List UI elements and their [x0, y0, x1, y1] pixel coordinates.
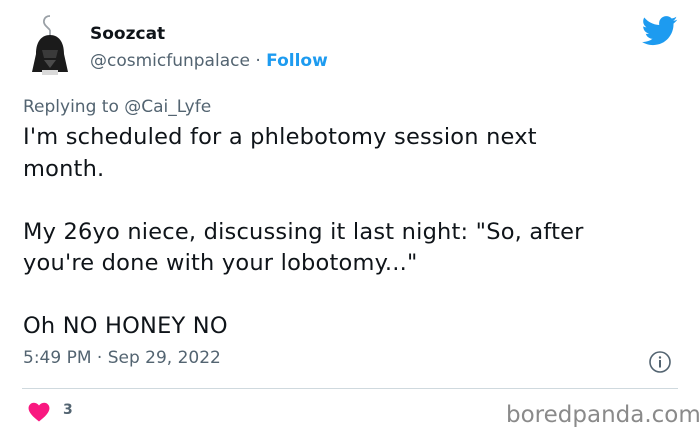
follow-button[interactable]: Follow: [266, 51, 328, 71]
author-display-name[interactable]: Soozcat: [90, 24, 165, 44]
tweet-line: you're done with your lobotomy...": [23, 250, 418, 276]
tweet-line: Oh NO HONEY NO: [23, 313, 228, 339]
author-handle-line: @cosmicfunpalace · Follow: [90, 51, 328, 71]
tweet-line: My 26yo niece, discussing it last night:…: [23, 218, 584, 245]
tweet-card: Soozcat @cosmicfunpalace · Follow Replyi…: [0, 0, 700, 441]
timestamp-separator: ·: [91, 348, 108, 368]
divider: [22, 388, 678, 389]
tweet-body: I'm scheduled for a phlebotomy session n…: [23, 122, 673, 343]
helmet-earring-avatar-icon[interactable]: [22, 14, 78, 80]
heart-icon[interactable]: [28, 402, 50, 422]
tweet-line: I'm scheduled for a phlebotomy session n…: [23, 124, 537, 150]
author-handle[interactable]: @cosmicfunpalace: [90, 51, 250, 71]
tweet-timestamp[interactable]: 5:49 PM · Sep 29, 2022: [23, 348, 221, 368]
watermark: boredpanda.com: [506, 402, 700, 428]
tweet-line: month.: [23, 155, 105, 182]
twitter-bird-icon[interactable]: [642, 16, 678, 46]
reply-prefix: Replying to: [23, 97, 125, 117]
handle-separator: ·: [249, 51, 267, 71]
reply-context: Replying to @Cai_Lyfe: [23, 97, 211, 117]
reply-mention-link[interactable]: @Cai_Lyfe: [124, 97, 211, 117]
info-icon[interactable]: [648, 350, 672, 374]
like-count: 3: [63, 402, 73, 418]
tweet-date: Sep 29, 2022: [107, 348, 221, 368]
tweet-time: 5:49 PM: [23, 348, 92, 368]
